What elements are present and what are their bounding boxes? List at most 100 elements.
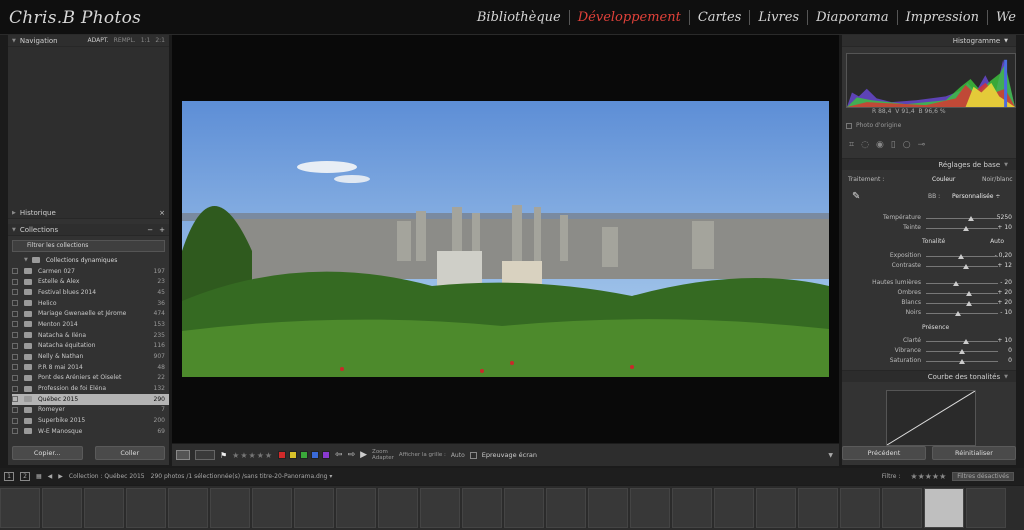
red-label-swatch[interactable] (278, 451, 287, 459)
collection-item[interactable]: Superbike 2015 200 (12, 415, 169, 426)
back-arrow-icon[interactable]: ◀ (48, 473, 53, 480)
spot-removal-tool-icon[interactable]: ◌ (861, 140, 869, 150)
filmstrip-thumbnail[interactable] (672, 488, 712, 528)
clarte-slider[interactable] (926, 339, 998, 344)
auto-tone-button[interactable]: Auto (990, 238, 1004, 245)
slider-knob-icon[interactable] (955, 311, 962, 316)
star-rating[interactable]: ★★★★★ (232, 451, 273, 460)
collections-header[interactable]: ▼ Collections − + (8, 224, 169, 236)
forward-arrow-icon[interactable]: ▶ (58, 473, 63, 480)
zoom-1-1-option[interactable]: 1:1 (141, 37, 151, 44)
navigator-preview[interactable] (8, 47, 169, 212)
remove-collection-icon[interactable]: − (147, 226, 153, 234)
collection-checkbox[interactable] (12, 332, 18, 339)
original-photo-toggle[interactable]: Photo d'origine (846, 122, 901, 129)
collection-item[interactable]: Festival blues 2014 45 (12, 287, 169, 298)
selection-count[interactable]: 290 photos /1 sélectionnée(s) /sans titr… (151, 473, 333, 480)
collection-item[interactable]: Pont des Aréniers et Oiselet 22 (12, 373, 169, 384)
green-label-swatch[interactable] (300, 451, 309, 459)
filmstrip-thumbnail[interactable] (42, 488, 82, 528)
collection-item[interactable]: W-E Manosque 69 (12, 426, 169, 437)
main-photo-view[interactable] (172, 35, 839, 443)
toolbar-menu-icon[interactable]: ▼ (828, 452, 833, 459)
filmstrip-thumbnail[interactable] (504, 488, 544, 528)
noirs-slider[interactable] (926, 311, 998, 316)
graduated-filter-tool-icon[interactable]: ▯ (891, 140, 896, 150)
collection-checkbox[interactable] (12, 364, 18, 371)
collection-checkbox[interactable] (12, 353, 18, 360)
temperature-value[interactable]: 5250 (997, 214, 1012, 221)
collection-checkbox[interactable] (12, 268, 18, 275)
filmstrip-thumbnail[interactable] (0, 488, 40, 528)
collection-item[interactable]: Natacha équitation 116 (12, 341, 169, 352)
collection-item[interactable]: P.R 8 mai 2014 48 (12, 362, 169, 373)
filmstrip-thumbnail[interactable] (210, 488, 250, 528)
module-livres[interactable]: Livres (749, 10, 807, 25)
histogram-chart[interactable] (846, 53, 1016, 108)
histogram-header[interactable]: Histogramme ▼ (842, 35, 1016, 47)
collection-source[interactable]: Collection : Québec 2015 (69, 473, 145, 480)
filmstrip-thumbnail[interactable] (462, 488, 502, 528)
filmstrip-thumbnail[interactable] (336, 488, 376, 528)
tone-curve-header[interactable]: Courbe des tonalités ▼ (842, 370, 1016, 382)
ombres-slider[interactable] (926, 291, 998, 296)
collection-checkbox[interactable] (12, 300, 18, 307)
collection-checkbox[interactable] (12, 428, 18, 435)
vibrance-value[interactable]: 0 (1008, 347, 1012, 354)
filmstrip-thumbnail[interactable] (378, 488, 418, 528)
collection-item[interactable]: Nelly & Nathan 907 (12, 351, 169, 362)
paste-settings-button[interactable]: Coller (94, 446, 165, 460)
collection-checkbox[interactable] (12, 374, 18, 381)
blancs-value[interactable]: + 20 (997, 299, 1012, 306)
dynamic-collections-folder[interactable]: ▼ Collections dynamiques (12, 255, 169, 266)
filmstrip-thumbnail[interactable] (966, 488, 1006, 528)
module-impression[interactable]: Impression (896, 10, 987, 25)
slider-knob-icon[interactable] (959, 349, 965, 354)
exposition-slider[interactable] (926, 254, 998, 259)
filmstrip-thumbnail[interactable] (546, 488, 586, 528)
flag-icon[interactable]: ⚑ (220, 451, 227, 460)
collection-checkbox[interactable] (12, 406, 18, 413)
noirs-value[interactable]: - 10 (1000, 309, 1012, 316)
white-balance-select[interactable]: Personnalisée ÷ (952, 193, 1000, 200)
contraste-slider[interactable] (926, 264, 998, 269)
filmstrip-thumbnail[interactable] (588, 488, 628, 528)
temperature-slider[interactable] (926, 216, 998, 221)
before-after-dropdown[interactable] (195, 450, 215, 460)
loupe-view-button[interactable] (176, 450, 190, 460)
collection-item[interactable]: Menton 2014 153 (12, 319, 169, 330)
collection-item[interactable]: Natacha & Iléna 235 (12, 330, 169, 341)
slider-knob-icon[interactable] (962, 226, 969, 231)
play-icon[interactable]: ▶ (360, 450, 367, 460)
collection-item[interactable]: Mariage Gwenaelle et Jérome 474 (12, 308, 169, 319)
filter-stars[interactable]: ★★★★★ (910, 472, 946, 481)
treatment-color-option[interactable]: Couleur (932, 176, 955, 183)
collection-item[interactable]: Helico 36 (12, 298, 169, 309)
collection-checkbox[interactable] (12, 385, 18, 392)
add-collection-icon[interactable]: + (159, 226, 165, 234)
slider-knob-icon[interactable] (962, 339, 969, 344)
module-diaporama[interactable]: Diaporama (807, 10, 897, 25)
previous-arrow-icon[interactable]: ⇦ (335, 450, 343, 460)
filmstrip-thumbnail[interactable] (84, 488, 124, 528)
teinte-value[interactable]: + 10 (997, 224, 1012, 231)
ombres-value[interactable]: + 20 (997, 289, 1012, 296)
grid-view-icon[interactable]: ▦ (36, 473, 42, 480)
saturation-value[interactable]: 0 (1008, 357, 1012, 364)
collection-item[interactable]: Profession de foi Eléna 132 (12, 383, 169, 394)
hautes-slider[interactable] (926, 281, 998, 286)
close-icon[interactable]: × (159, 209, 165, 217)
slider-knob-icon[interactable] (953, 281, 960, 286)
contraste-value[interactable]: + 12 (997, 262, 1012, 269)
exposition-value[interactable]: - 0,20 (995, 252, 1012, 259)
filmstrip-thumbnail[interactable] (714, 488, 754, 528)
filmstrip-thumbnail[interactable] (630, 488, 670, 528)
treatment-bw-option[interactable]: Noir/blanc (982, 176, 1013, 183)
grid-control[interactable]: Afficher la grille : (399, 452, 446, 458)
crop-tool-icon[interactable]: ⌗ (849, 140, 854, 150)
softproof-checkbox[interactable] (469, 451, 477, 459)
slider-knob-icon[interactable] (963, 264, 970, 269)
copy-settings-button[interactable]: Copier... (12, 446, 83, 460)
collection-checkbox[interactable] (12, 289, 18, 296)
eyedropper-icon[interactable]: ✎ (852, 191, 860, 202)
